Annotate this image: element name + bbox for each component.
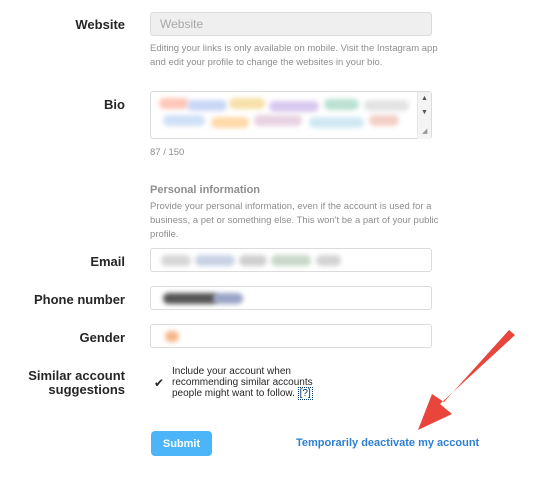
annotation-arrow	[418, 330, 515, 430]
